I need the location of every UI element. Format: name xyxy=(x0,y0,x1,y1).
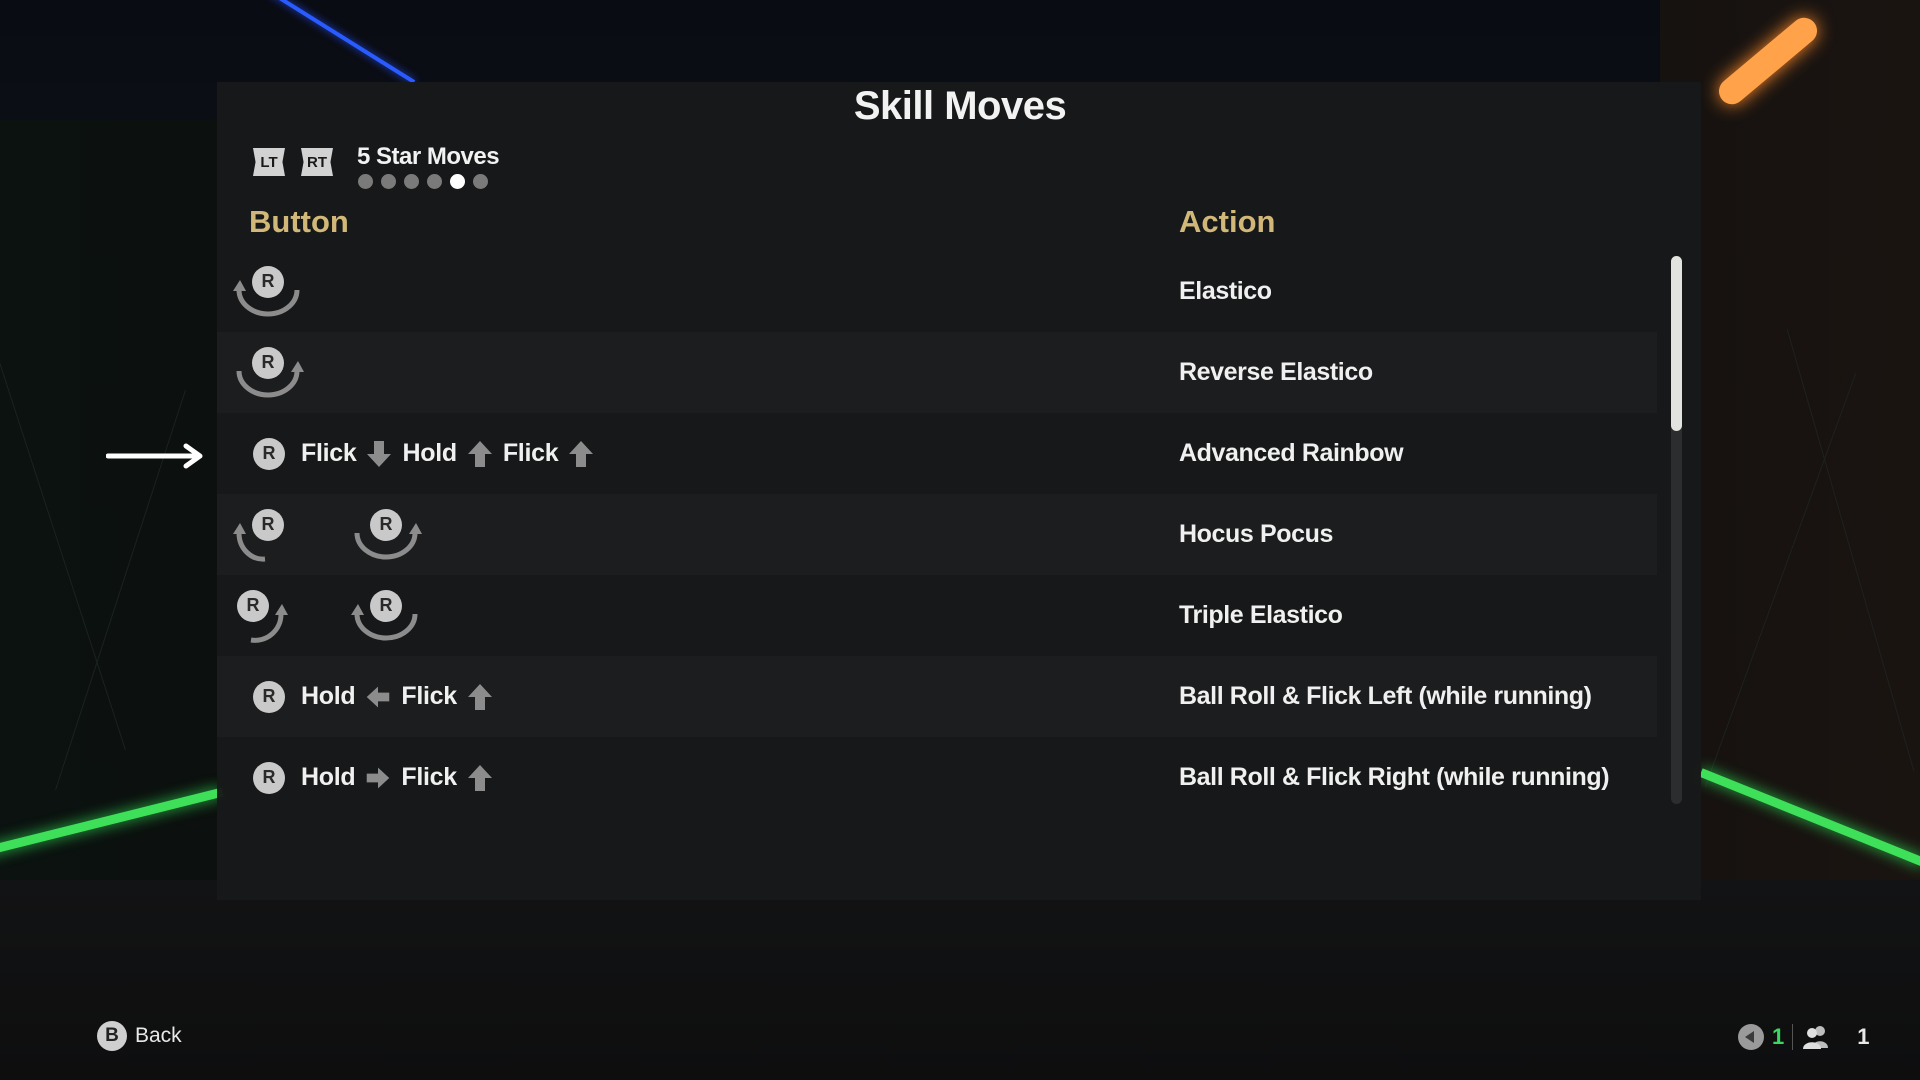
r-stick-half-circle-cw-icon: R xyxy=(349,503,423,567)
action-name: Hocus Pocus xyxy=(1179,520,1333,548)
lt-trigger-icon[interactable]: LT xyxy=(253,148,285,176)
floor xyxy=(0,880,1920,1080)
r-stick-half-circle-cw-icon: R xyxy=(231,341,305,405)
button-combo: R Flick Hold Flick xyxy=(253,413,594,494)
action-name: Ball Roll & Flick Left (while running) xyxy=(1179,682,1592,710)
r-stick-quarter-ccw-icon: R xyxy=(231,503,289,567)
selection-pointer-arrow-icon xyxy=(106,443,203,469)
arrow-down-icon xyxy=(366,439,392,469)
column-header-button: Button xyxy=(249,204,349,239)
input-instruction: Flick xyxy=(401,763,457,791)
input-instruction: Hold xyxy=(402,439,457,467)
page-dot xyxy=(404,174,419,189)
arrow-up-icon xyxy=(467,763,493,793)
r-stick-icon: R xyxy=(370,508,402,541)
input-instruction: Flick xyxy=(301,439,357,467)
button-combo: RR xyxy=(231,575,423,656)
voice-count: 1 xyxy=(1772,1024,1785,1049)
input-instruction: Flick xyxy=(502,439,559,467)
party-count: 1 xyxy=(1857,1024,1870,1049)
page-title: 5 Star Moves xyxy=(357,143,500,170)
skill-move-row[interactable]: R Hold Flick Ball Roll & Flick Left (while … xyxy=(217,656,1657,737)
r-stick-half-circle-ccw-icon: R xyxy=(231,260,305,324)
arrow-up-icon xyxy=(467,439,493,469)
input-instruction: Flick xyxy=(401,682,457,710)
page-dot xyxy=(473,174,488,189)
r-stick-icon: R xyxy=(237,589,269,622)
r-stick-icon: R xyxy=(253,437,285,470)
skill-move-row[interactable]: R R Triple Elastico xyxy=(217,575,1657,656)
arrow-up-icon xyxy=(467,682,493,712)
action-name: Reverse Elastico xyxy=(1179,358,1373,386)
page-indicator xyxy=(358,174,488,189)
r-stick-icon: R xyxy=(252,346,284,379)
arrow-up-icon xyxy=(568,439,594,469)
action-name: Triple Elastico xyxy=(1179,601,1343,629)
button-combo: R xyxy=(231,251,305,332)
left-wall xyxy=(0,120,240,880)
button-combo: R xyxy=(231,332,305,413)
party-members-icon xyxy=(1803,1026,1829,1049)
r-stick-icon: R xyxy=(253,761,285,794)
r-stick-icon: R xyxy=(253,680,285,713)
r-stick-quarter-cw-icon: R xyxy=(231,584,289,648)
input-instruction: Hold xyxy=(301,763,356,791)
r-stick-icon: R xyxy=(252,508,284,541)
skill-move-row[interactable]: R R Hocus Pocus xyxy=(217,494,1657,575)
skill-move-row[interactable]: R Reverse Elastico xyxy=(217,332,1657,413)
skill-move-row[interactable]: R Elastico xyxy=(217,251,1657,332)
rt-trigger-icon[interactable]: RT xyxy=(301,148,333,176)
arrow-right-icon xyxy=(365,763,391,793)
skill-move-list: R Elastico R Reverse Elastico R Flick Hold Flic… xyxy=(217,251,1657,818)
scrollbar[interactable] xyxy=(1671,256,1682,804)
skill-move-row[interactable]: R Hold Flick Ball Roll & Flick Right (while… xyxy=(217,737,1657,818)
voice-chat-icon xyxy=(1738,1024,1764,1050)
back-label: Back xyxy=(135,1024,182,1047)
scrollbar-thumb[interactable] xyxy=(1671,256,1682,432)
page-dot xyxy=(381,174,396,189)
r-stick-icon: R xyxy=(370,589,402,622)
column-header-action: Action xyxy=(1179,204,1276,239)
screen-title: Skill Moves xyxy=(853,84,1067,128)
r-stick-half-circle-ccw-icon: R xyxy=(349,584,423,648)
action-name: Advanced Rainbow xyxy=(1179,439,1404,467)
b-button-icon: B xyxy=(97,1021,127,1051)
arrow-left-icon xyxy=(365,682,391,712)
button-combo: R Hold Flick xyxy=(253,737,493,818)
back-button[interactable]: B Back xyxy=(97,1021,182,1051)
status-bar: 1 1 xyxy=(1738,1024,1870,1050)
button-combo: RR xyxy=(231,494,423,575)
skill-move-row-selected[interactable]: R Flick Hold Flick Advanced Rainbow xyxy=(217,413,1657,494)
page-dot xyxy=(427,174,442,189)
input-instruction: Hold xyxy=(301,682,356,710)
status-divider xyxy=(1792,1024,1794,1050)
page-dot xyxy=(358,174,373,189)
action-name: Elastico xyxy=(1179,277,1272,305)
r-stick-icon: R xyxy=(252,265,284,298)
action-name: Ball Roll & Flick Right (while running) xyxy=(1179,763,1610,791)
page-dot-active xyxy=(450,174,465,189)
button-combo: R Hold Flick xyxy=(253,656,493,737)
